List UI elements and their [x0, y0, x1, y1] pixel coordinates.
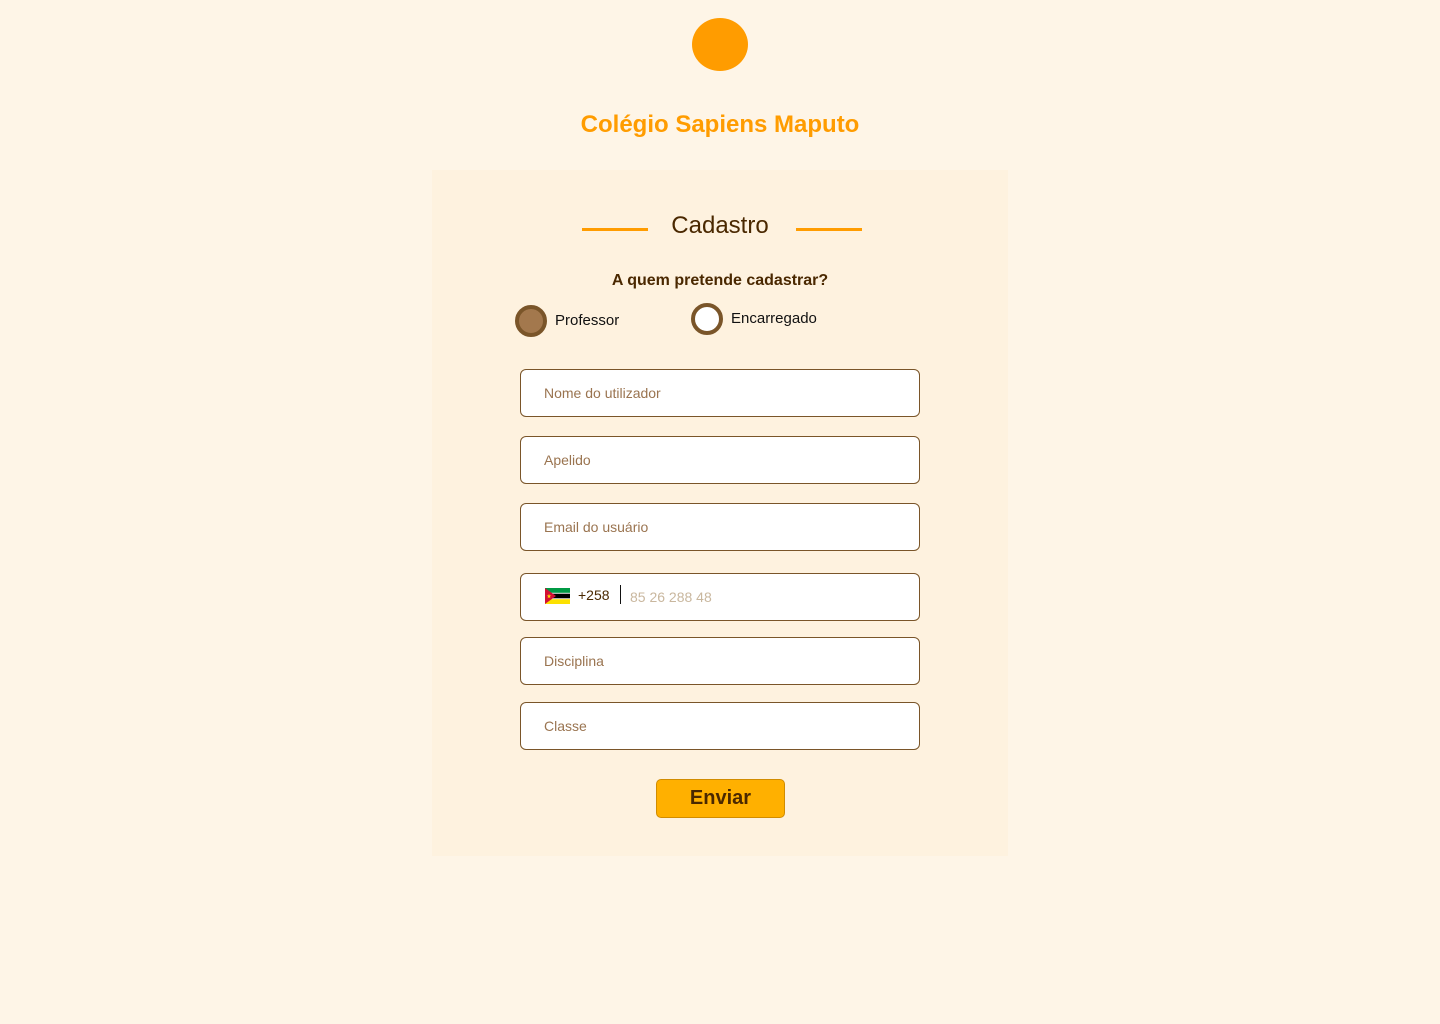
form-title: Cadastro: [671, 212, 769, 239]
title-divider-right: [796, 228, 862, 231]
email-input[interactable]: [521, 504, 919, 550]
phone-input[interactable]: [630, 574, 910, 620]
radio-professor-indicator[interactable]: [515, 305, 547, 337]
mozambique-flag-icon[interactable]: [545, 588, 570, 604]
nome-input[interactable]: [521, 370, 919, 416]
radio-encarregado-label[interactable]: Encarregado: [731, 310, 817, 327]
radio-professor-label[interactable]: Professor: [555, 312, 619, 329]
email-field: [520, 503, 920, 551]
dial-code[interactable]: +258: [578, 587, 610, 603]
classe-field: [520, 702, 920, 750]
school-logo: [692, 18, 748, 71]
text-caret: [620, 585, 621, 604]
disciplina-field: [520, 637, 920, 685]
disciplina-input[interactable]: [521, 638, 919, 684]
apelido-field: [520, 436, 920, 484]
classe-input[interactable]: [521, 703, 919, 749]
school-name: Colégio Sapiens Maputo: [580, 111, 860, 138]
role-question: A quem pretende cadastrar?: [611, 272, 829, 289]
submit-button[interactable]: Enviar: [656, 779, 785, 818]
radio-encarregado-indicator[interactable]: [691, 303, 723, 335]
nome-field: [520, 369, 920, 417]
phone-field: +258: [520, 573, 920, 621]
apelido-input[interactable]: [521, 437, 919, 483]
